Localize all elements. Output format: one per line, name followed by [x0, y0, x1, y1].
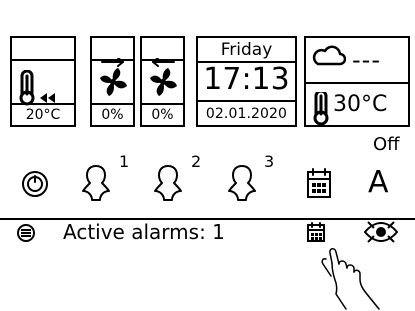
room-temp-panel[interactable]: 20°C — [10, 36, 76, 127]
supply-fan-panel[interactable]: 0% — [90, 36, 135, 127]
calendar-icon[interactable] — [306, 167, 332, 199]
power-icon[interactable] — [21, 170, 49, 198]
weather-divider — [306, 82, 408, 84]
cloud-icon — [312, 44, 346, 68]
clock-date: 02.01.2020 — [198, 100, 295, 125]
mode-indicator[interactable]: A — [368, 168, 389, 198]
thermometer-icon — [313, 92, 329, 126]
weather-panel[interactable]: --- 30°C — [304, 36, 410, 127]
day-label: Friday — [198, 38, 295, 63]
user-2-label: 2 — [191, 152, 202, 171]
fan-arrow-right-icon — [94, 58, 132, 102]
clock-panel[interactable]: Friday 17:13 02.01.2020 — [196, 36, 297, 127]
panel-divider — [12, 59, 74, 61]
outdoor-temp: 30°C — [333, 92, 388, 117]
menu-icon[interactable] — [16, 223, 36, 243]
exhaust-fan-value: 0% — [142, 103, 183, 125]
weather-state: Off — [373, 134, 400, 155]
active-alarms[interactable]: Active alarms: 1 — [63, 222, 225, 242]
user-1-label: 1 — [119, 152, 130, 171]
weather-status: --- — [352, 46, 381, 74]
supply-fan-value: 0% — [92, 103, 133, 125]
fan-arrow-left-icon — [144, 58, 182, 102]
clock-time: 17:13 — [203, 62, 290, 97]
exhaust-fan-panel[interactable]: 0% — [140, 36, 185, 127]
user-3-label: 3 — [264, 152, 275, 171]
room-temp-value: 20°C — [12, 103, 74, 125]
pointer-hand-icon — [312, 240, 408, 310]
